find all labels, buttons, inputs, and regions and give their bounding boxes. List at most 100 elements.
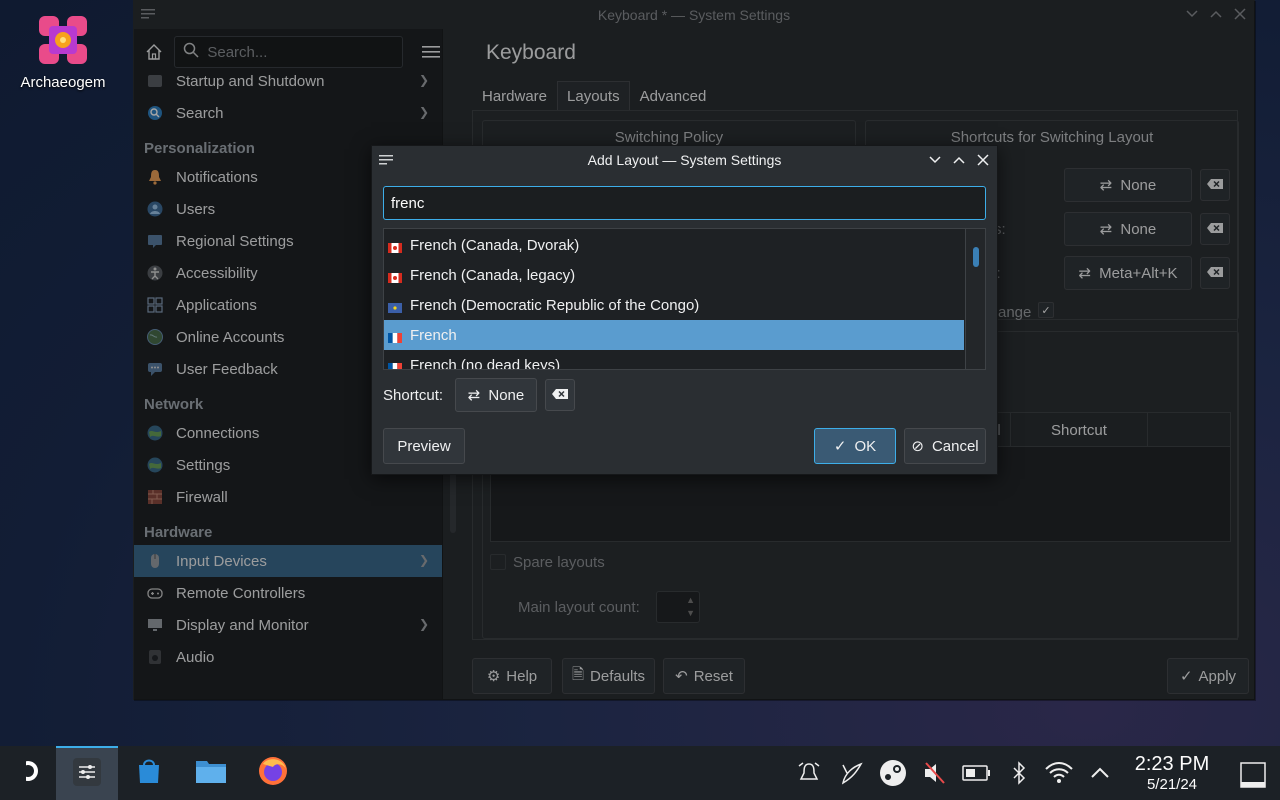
shortcut-button-2[interactable]: ⇄ None: [1064, 212, 1192, 246]
list-item[interactable]: French (Canada, Dvorak): [384, 230, 964, 260]
close-button[interactable]: [1232, 6, 1248, 22]
dialog-maximize-button[interactable]: [951, 152, 967, 168]
dialog-titlebar[interactable]: Add Layout — System Settings: [372, 146, 997, 174]
check-icon: ✓: [833, 438, 847, 455]
clear-shortcut-button-1[interactable]: [1200, 169, 1230, 201]
clock[interactable]: 2:23 PM 5/21/24: [1122, 752, 1222, 794]
tab-layouts[interactable]: Layouts: [557, 81, 630, 111]
chevron-up-icon[interactable]: [1085, 758, 1115, 788]
list-item-selected[interactable]: French: [384, 320, 964, 350]
check-icon: ✓: [1179, 668, 1193, 685]
cancel-button[interactable]: ⊘ Cancel: [904, 428, 986, 464]
task-system-settings[interactable]: [56, 746, 118, 800]
firewall-icon: [146, 488, 164, 506]
sidebar-item-label: Accessibility: [176, 264, 258, 282]
osd-label-fragment: ange: [998, 304, 1032, 321]
sidebar-item-input-devices[interactable]: Input Devices ❯: [134, 545, 442, 577]
window-titlebar[interactable]: Keyboard * — System Settings: [134, 1, 1254, 29]
minimize-button[interactable]: [1184, 6, 1200, 22]
sidebar-item-firewall[interactable]: Firewall: [134, 481, 442, 513]
sidebar-item-label: Input Devices: [176, 552, 267, 570]
steam-icon[interactable]: [878, 758, 908, 788]
chevron-right-icon: ❯: [418, 617, 429, 631]
sidebar-item-label: Applications: [176, 296, 257, 314]
battery-icon[interactable]: [962, 758, 992, 788]
settings-app-icon: [72, 757, 102, 791]
task-firefox[interactable]: [242, 746, 304, 800]
sidebar-item-audio[interactable]: Audio: [134, 641, 442, 673]
apply-button[interactable]: ✓ Apply: [1167, 658, 1249, 694]
spin-down-icon[interactable]: ▼: [686, 608, 695, 618]
list-item-label: French: [410, 326, 457, 344]
window-menu-icon[interactable]: [140, 7, 156, 21]
bluetooth-icon[interactable]: [1004, 758, 1034, 788]
plant-icon[interactable]: [836, 758, 866, 788]
task-discover[interactable]: [118, 746, 180, 800]
app-launcher-button[interactable]: [0, 746, 56, 800]
defaults-button[interactable]: 🗎 Defaults: [562, 658, 655, 694]
volume-muted-icon[interactable]: [920, 758, 950, 788]
list-item[interactable]: French (no dead keys): [384, 350, 964, 369]
main-layout-count-spinbox[interactable]: ▲ ▼: [656, 591, 700, 623]
layout-search-input[interactable]: frenc: [383, 186, 986, 220]
globe-icon: [146, 424, 164, 442]
ok-button[interactable]: ✓ OK: [814, 428, 896, 464]
alarm-icon[interactable]: [794, 758, 824, 788]
clear-shortcut-button-2[interactable]: [1200, 213, 1230, 245]
reset-button[interactable]: ↶ Reset: [663, 658, 745, 694]
spin-up-icon[interactable]: ▲: [686, 595, 695, 605]
list-item[interactable]: French (Democratic Republic of the Congo…: [384, 290, 964, 320]
maximize-button[interactable]: [1208, 6, 1224, 22]
search-input[interactable]: Search...: [174, 36, 403, 68]
dialog-clear-shortcut-button[interactable]: [545, 379, 575, 411]
help-button[interactable]: ⚙ Help: [472, 658, 552, 694]
shortcut-icon: ⇄: [467, 387, 481, 404]
section-header-hardware: Hardware: [144, 524, 213, 541]
dialog-shortcut-button[interactable]: ⇄ None: [455, 378, 537, 412]
dialog-close-button[interactable]: [975, 152, 991, 168]
window-title: Keyboard * — System Settings: [597, 7, 791, 23]
layout-list[interactable]: French (Canada, Dvorak) French (Canada, …: [383, 228, 986, 370]
column-divider: [1010, 413, 1011, 447]
cancel-icon: ⊘: [911, 438, 924, 455]
show-desktop-button[interactable]: [1238, 760, 1268, 790]
scrollbar-thumb[interactable]: [973, 247, 979, 267]
globe-icon: [146, 456, 164, 474]
spare-layouts-checkbox[interactable]: [490, 554, 506, 570]
preview-button[interactable]: Preview: [383, 428, 465, 464]
home-button[interactable]: [142, 39, 166, 65]
shortcut-button-1[interactable]: ⇄ None: [1064, 168, 1192, 202]
applications-icon: [146, 296, 164, 314]
search-settings-icon: [146, 104, 164, 122]
hamburger-menu-button[interactable]: [419, 39, 442, 65]
osd-checkbox[interactable]: ✓: [1038, 302, 1054, 318]
column-divider: [1147, 413, 1148, 447]
dialog-minimize-button[interactable]: [927, 152, 943, 168]
shortcut-button-3[interactable]: ⇄ Meta+Alt+K: [1064, 256, 1192, 290]
users-icon: [146, 200, 164, 218]
layout-list-scrollbar[interactable]: [965, 229, 985, 369]
switching-policy-title: Switching Policy: [614, 129, 724, 146]
globe-icon: [146, 328, 164, 346]
shortcut-icon: ⇄: [1099, 177, 1113, 194]
reset-label: Reset: [693, 667, 733, 685]
page-title: Keyboard: [486, 41, 576, 64]
sidebar-scrollbar[interactable]: [450, 471, 456, 533]
desktop-icon-archaeogem[interactable]: Archaeogem: [10, 12, 116, 91]
tab-hardware[interactable]: Hardware: [472, 81, 557, 111]
sidebar-item-label: Firewall: [176, 488, 228, 506]
tab-advanced[interactable]: Advanced: [630, 81, 717, 111]
task-file-manager[interactable]: [180, 746, 242, 800]
dialog-menu-icon[interactable]: [378, 153, 394, 170]
wifi-icon[interactable]: [1044, 758, 1074, 788]
canada-flag-icon: [388, 270, 402, 283]
sidebar-item-remote-controllers[interactable]: Remote Controllers: [134, 577, 442, 609]
drc-flag-icon: [388, 300, 402, 313]
clear-shortcut-button-3[interactable]: [1200, 257, 1230, 289]
sidebar-item-display[interactable]: Display and Monitor ❯: [134, 609, 442, 641]
list-item[interactable]: French (Canada, legacy): [384, 260, 964, 290]
sidebar-item-search[interactable]: Search ❯: [134, 97, 442, 129]
column-header-shortcut[interactable]: Shortcut: [1051, 422, 1107, 439]
clock-date: 5/21/24: [1146, 776, 1198, 793]
chevron-right-icon: ❯: [418, 553, 429, 567]
